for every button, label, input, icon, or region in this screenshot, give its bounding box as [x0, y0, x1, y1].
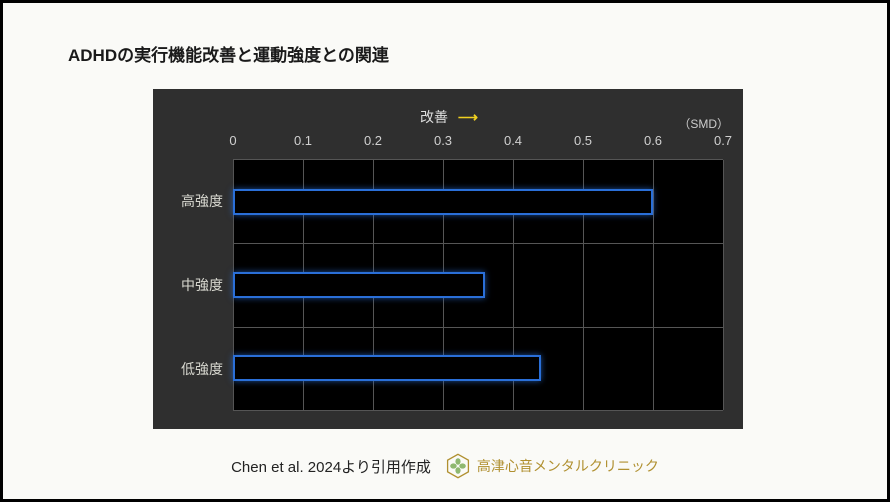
arrow-right-icon: ⟶ [458, 109, 476, 125]
x-tick-label: 0.2 [364, 133, 382, 148]
improve-label: 改善 [420, 109, 448, 125]
clinic-name: 高津心音メンタルクリニック [477, 456, 659, 476]
x-tick-label: 0.1 [294, 133, 312, 148]
clinic-logo: 高津心音メンタルクリニック [445, 453, 659, 479]
x-tick-label: 0.5 [574, 133, 592, 148]
x-axis-ticks: （SMD） 00.10.20.30.40.50.60.7 [233, 133, 723, 153]
grid [233, 159, 723, 411]
x-tick-label: 0.3 [434, 133, 452, 148]
y-tick-label: 中強度 [173, 243, 233, 327]
y-axis-labels: 高強度中強度低強度 [173, 159, 233, 411]
bar [233, 189, 653, 215]
bar [233, 272, 485, 298]
y-tick-label: 高強度 [173, 159, 233, 243]
chart-panel: 改善 ⟶ （SMD） 0 0.1 0.2 0.3 0.4 0.5 0.6 0.7 高強度中強度… [153, 89, 743, 429]
plot-area: 高強度中強度低強度 [173, 159, 723, 411]
improve-annotation: 改善 ⟶ [173, 107, 723, 127]
unit-label: （SMD） [678, 115, 729, 132]
x-axis: （SMD） 00.10.20.30.40.50.60.7 [173, 133, 723, 153]
source-citation: Chen et al. 2024より引用作成 [231, 456, 431, 477]
slide-frame: ADHDの実行機能改善と運動強度との関連 改善 ⟶ （SMD） 0 0.1 0.2 0… [0, 0, 890, 502]
y-tick-label: 低強度 [173, 327, 233, 411]
x-tick-label: 0.6 [644, 133, 662, 148]
x-tick-label: 0.4 [504, 133, 522, 148]
footer: Chen et al. 2024より引用作成 高津心音メンタルクリニック [3, 453, 887, 479]
grid-vline [723, 160, 724, 410]
bar [233, 355, 541, 381]
grid-hline [233, 327, 723, 328]
x-tick-label: 0 [229, 133, 236, 148]
page-title: ADHDの実行機能改善と運動強度との関連 [68, 41, 389, 66]
x-tick-label: 0.7 [714, 133, 732, 148]
grid-hline [233, 243, 723, 244]
grid-vline [653, 160, 654, 410]
clover-icon [445, 453, 471, 479]
